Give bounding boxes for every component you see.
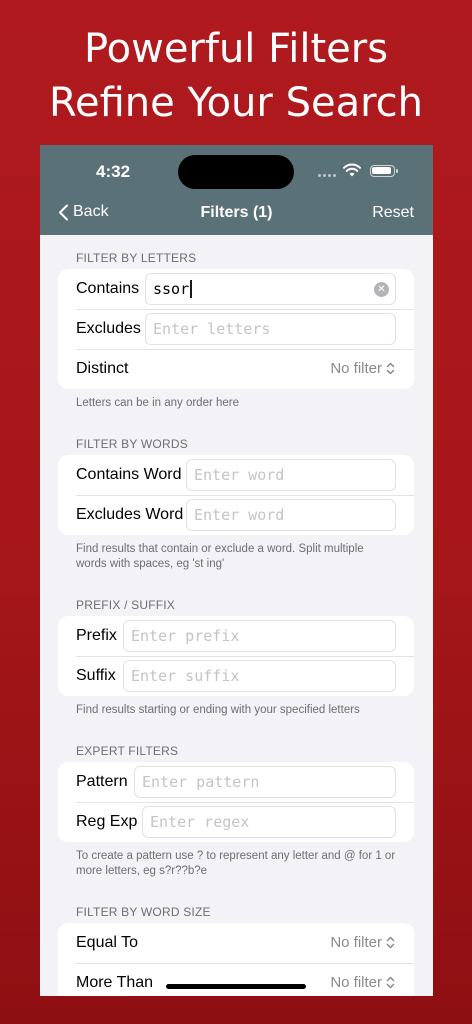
regex-label: Reg Exp xyxy=(76,813,138,830)
pattern-label: Pattern xyxy=(76,773,128,790)
regex-placeholder: Enter regex xyxy=(150,813,250,831)
words-section-header: FILTER BY WORDS xyxy=(76,437,188,451)
suffix-row: Suffix Enter suffix xyxy=(58,656,414,696)
contains-word-row: Contains Word Enter word xyxy=(58,455,414,495)
promo-line-1: Powerful Filters xyxy=(83,26,389,72)
dynamic-island xyxy=(178,155,294,189)
suffix-label: Suffix xyxy=(76,667,116,684)
contains-input[interactable]: ssor ✕ xyxy=(145,273,396,305)
prefix-suffix-footer: Find results starting or ending with you… xyxy=(76,704,360,716)
more-than-value: No filter xyxy=(330,974,382,991)
wifi-icon xyxy=(343,163,361,177)
contains-word-input[interactable]: Enter word xyxy=(186,459,396,491)
promo-headline: Powerful Filters Refine Your Search xyxy=(0,22,472,130)
contains-word-placeholder: Enter word xyxy=(194,466,285,484)
equal-to-picker[interactable]: No filter xyxy=(330,934,395,951)
equal-to-row[interactable]: Equal To No filter xyxy=(58,923,414,963)
signal-icon xyxy=(318,174,338,192)
text-caret xyxy=(190,280,192,298)
clear-icon[interactable]: ✕ xyxy=(374,282,389,297)
contains-value: ssor xyxy=(153,280,190,298)
pattern-placeholder: Enter pattern xyxy=(142,773,260,791)
excludes-word-label: Excludes Word xyxy=(76,506,184,523)
prefix-row: Prefix Enter prefix xyxy=(58,616,414,656)
distinct-label: Distinct xyxy=(76,360,129,377)
excludes-label: Excludes xyxy=(76,320,141,337)
pattern-input[interactable]: Enter pattern xyxy=(134,766,396,798)
equal-to-label: Equal To xyxy=(76,934,138,951)
words-footer: Find results that contain or exclude a w… xyxy=(76,543,364,570)
chevron-up-down-icon xyxy=(386,362,395,375)
more-than-row[interactable]: More Than No filter xyxy=(58,963,414,996)
excludes-word-row: Excludes Word Enter word xyxy=(58,495,414,535)
expert-footer: To create a pattern use ? to represent a… xyxy=(76,850,396,877)
excludes-placeholder: Enter letters xyxy=(153,320,271,338)
word-size-section-header: FILTER BY WORD SIZE xyxy=(76,905,211,919)
home-indicator[interactable] xyxy=(166,984,306,989)
excludes-input[interactable]: Enter letters xyxy=(145,313,396,345)
equal-to-value: No filter xyxy=(330,934,382,951)
chevron-up-down-icon xyxy=(386,936,395,949)
expert-card: Pattern Enter pattern Reg Exp Enter rege… xyxy=(58,762,414,842)
letters-footer: Letters can be in any order here xyxy=(76,397,240,409)
more-than-label: More Than xyxy=(76,974,154,991)
chevron-up-down-icon xyxy=(386,976,395,989)
suffix-placeholder: Enter suffix xyxy=(131,667,240,685)
letters-card: Contains ssor ✕ Excludes Enter letters D… xyxy=(58,269,414,389)
status-time: 4:32 xyxy=(96,162,131,181)
distinct-value: No filter xyxy=(330,360,382,377)
letters-section-header: FILTER BY LETTERS xyxy=(76,251,197,265)
expert-section-header: EXPERT FILTERS xyxy=(76,744,179,758)
contains-label: Contains xyxy=(76,280,140,297)
reset-button[interactable]: Reset xyxy=(372,204,414,222)
contains-row: Contains ssor ✕ xyxy=(58,269,414,309)
prefix-placeholder: Enter prefix xyxy=(131,627,240,645)
regex-row: Reg Exp Enter regex xyxy=(58,802,414,842)
battery-icon xyxy=(370,165,398,177)
more-than-picker[interactable]: No filter xyxy=(330,974,395,991)
suffix-input[interactable]: Enter suffix xyxy=(123,660,396,692)
distinct-row[interactable]: Distinct No filter xyxy=(58,349,414,389)
pattern-row: Pattern Enter pattern xyxy=(58,762,414,802)
words-card: Contains Word Enter word Excludes Word E… xyxy=(58,455,414,535)
promo-line-2: Refine Your Search xyxy=(48,80,423,126)
regex-input[interactable]: Enter regex xyxy=(142,806,396,838)
contains-word-label: Contains Word xyxy=(76,466,182,483)
prefix-suffix-section-header: PREFIX / SUFFIX xyxy=(76,598,176,612)
excludes-word-placeholder: Enter word xyxy=(194,506,285,524)
phone-screen: 4:32 Back Filters (1) Reset FILTER BY LE… xyxy=(40,145,433,996)
excludes-row: Excludes Enter letters xyxy=(58,309,414,349)
prefix-suffix-card: Prefix Enter prefix Suffix Enter suffix xyxy=(58,616,414,696)
navigation-bar: 4:32 Back Filters (1) Reset xyxy=(40,145,433,235)
prefix-input[interactable]: Enter prefix xyxy=(123,620,396,652)
excludes-word-input[interactable]: Enter word xyxy=(186,499,396,531)
prefix-label: Prefix xyxy=(76,627,117,644)
distinct-picker[interactable]: No filter xyxy=(330,360,395,377)
